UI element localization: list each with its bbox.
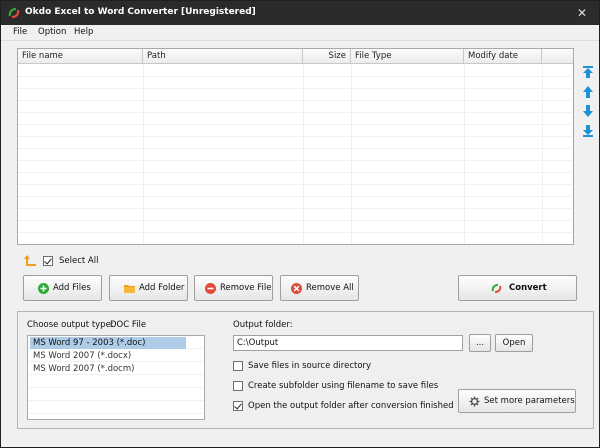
minus-circle-icon (205, 283, 216, 294)
add-folder-button[interactable]: Add Folder (109, 275, 188, 301)
browse-folder-button[interactable]: ... (469, 334, 491, 352)
set-more-parameters-button[interactable]: Set more parameters (458, 389, 576, 413)
move-bottom-icon[interactable] (582, 124, 594, 138)
menu-option[interactable]: Option (38, 27, 66, 37)
close-icon: ✕ (576, 6, 588, 20)
add-folder-label: Add Folder (139, 283, 185, 293)
output-folder-input[interactable] (233, 335, 463, 351)
add-files-label: Add Files (53, 283, 91, 293)
table-header: File name Path Size File Type Modify dat… (18, 49, 573, 64)
output-folder-label: Output folder: (233, 320, 293, 330)
app-window: Okdo Excel to Word Converter [Unregister… (0, 0, 600, 448)
column-file-name[interactable]: File name (18, 49, 143, 64)
select-all-checkbox[interactable] (43, 256, 53, 266)
column-size[interactable]: Size (303, 49, 351, 64)
output-type-value: DOC File (110, 320, 147, 330)
menu-file[interactable]: File (13, 27, 27, 37)
format-option-docx[interactable]: MS Word 2007 (*.docx) (30, 350, 186, 362)
format-option-doc[interactable]: MS Word 97 - 2003 (*.doc) (30, 337, 186, 349)
gear-icon (469, 396, 480, 407)
up-folder-icon[interactable] (23, 254, 37, 268)
create-subfolder-checkbox[interactable] (233, 381, 243, 391)
move-up-icon[interactable] (582, 85, 594, 99)
title-bar: Okdo Excel to Word Converter [Unregister… (1, 1, 599, 25)
move-top-icon[interactable] (582, 65, 594, 79)
output-format-list[interactable]: MS Word 97 - 2003 (*.doc) MS Word 2007 (… (27, 335, 205, 420)
x-circle-icon (291, 283, 302, 294)
select-all-label: Select All (59, 256, 99, 266)
format-option-docm[interactable]: MS Word 2007 (*.docm) (30, 363, 186, 375)
menu-help[interactable]: Help (74, 27, 93, 37)
table-body (18, 65, 573, 244)
converter-logo-icon (8, 7, 20, 19)
column-divider (143, 65, 144, 244)
open-output-folder-checkbox[interactable] (233, 401, 243, 411)
save-in-source-label: Save files in source directory (248, 361, 372, 371)
remove-all-label: Remove All (306, 283, 354, 293)
open-output-folder-label: Open the output folder after conversion … (248, 401, 454, 411)
remove-file-button[interactable]: Remove File (194, 275, 273, 301)
convert-button[interactable]: Convert (458, 275, 577, 301)
create-subfolder-label: Create subfolder using filename to save … (248, 381, 439, 391)
column-divider (542, 65, 543, 244)
file-list-table[interactable]: File name Path Size File Type Modify dat… (17, 48, 574, 245)
column-divider (351, 65, 352, 244)
folder-icon (124, 285, 135, 293)
convert-label: Convert (509, 283, 547, 293)
column-divider (303, 65, 304, 244)
window-title: Okdo Excel to Word Converter [Unregister… (25, 7, 256, 17)
move-down-icon[interactable] (582, 104, 594, 118)
column-divider (464, 65, 465, 244)
output-type-label: Choose output type: (27, 320, 114, 330)
close-button[interactable]: ✕ (571, 3, 593, 23)
remove-file-label: Remove File (220, 283, 272, 293)
column-file-type[interactable]: File Type (351, 49, 464, 64)
plus-circle-icon (38, 283, 49, 294)
save-in-source-checkbox[interactable] (233, 361, 243, 371)
set-more-parameters-label: Set more parameters (484, 396, 575, 406)
column-modify-date[interactable]: Modify date (464, 49, 542, 64)
column-path[interactable]: Path (143, 49, 303, 64)
add-files-button[interactable]: Add Files (23, 275, 102, 301)
menu-bar: File Option Help (1, 25, 599, 41)
open-folder-button[interactable]: Open (495, 334, 533, 352)
convert-icon (491, 284, 502, 293)
remove-all-button[interactable]: Remove All (280, 275, 359, 301)
